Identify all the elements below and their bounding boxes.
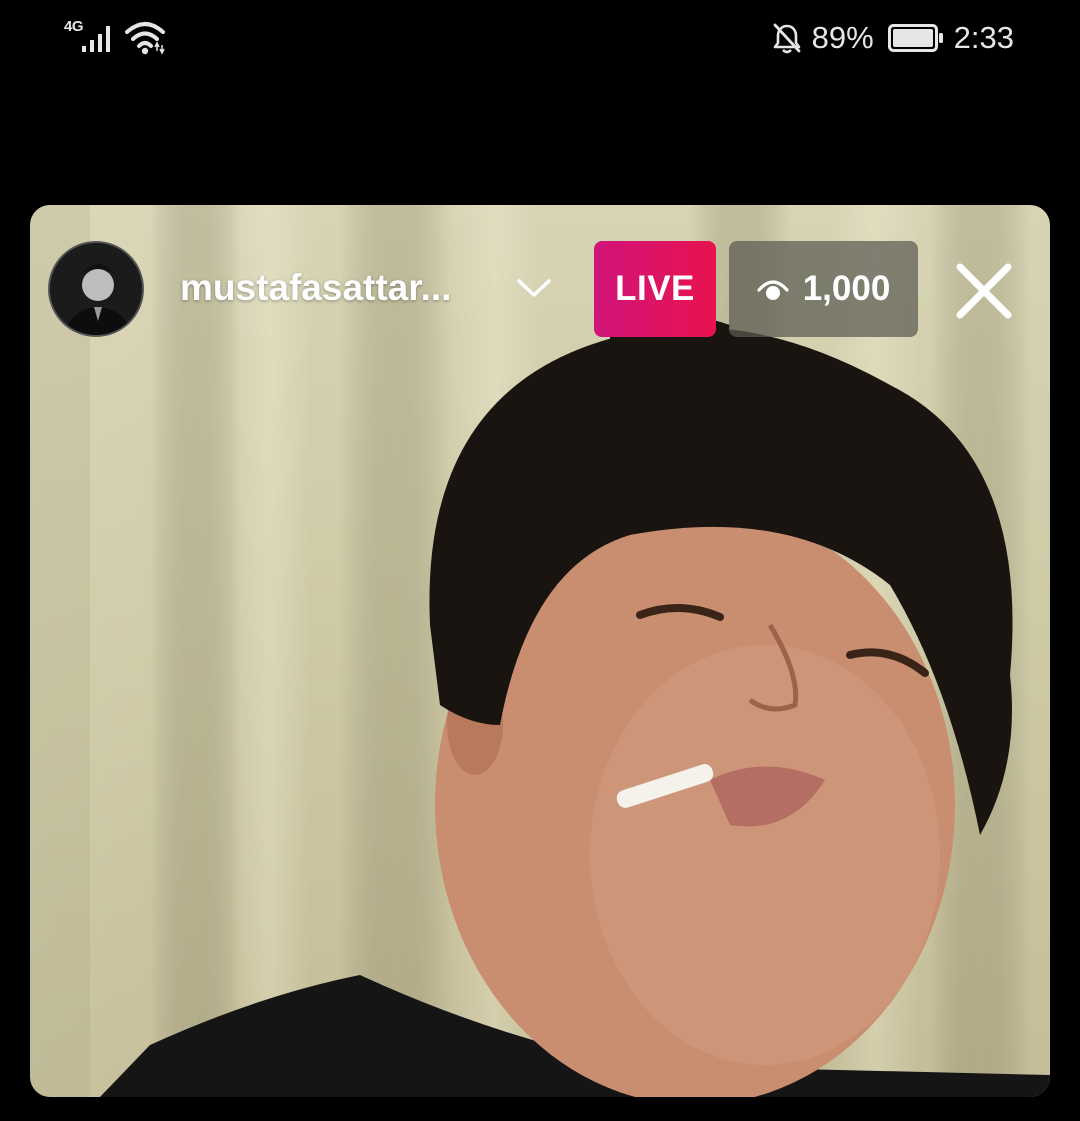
- live-label: LIVE: [615, 269, 695, 308]
- signal-icon: [82, 26, 110, 52]
- live-video-view[interactable]: mustafasattar... LIVE 1,000: [30, 205, 1050, 1097]
- close-icon[interactable]: [950, 257, 1018, 325]
- viewer-count: 1,000: [802, 269, 891, 308]
- status-bar: 4G 89% 2:33: [0, 0, 1080, 80]
- eye-icon: [757, 280, 789, 300]
- battery-icon: [887, 24, 943, 52]
- chevron-down-icon[interactable]: [515, 275, 553, 301]
- username[interactable]: mustafasattar...: [180, 267, 451, 309]
- avatar-image: [50, 243, 142, 335]
- live-badge: LIVE: [594, 241, 716, 337]
- battery-percent: 89%: [811, 20, 874, 55]
- status-bar-right: 89% 2:33: [772, 18, 1014, 58]
- notifications-off-icon: [773, 23, 801, 54]
- viewer-count-badge[interactable]: 1,000: [729, 241, 918, 337]
- wifi-icon: [125, 22, 165, 55]
- network-type: 4G: [64, 18, 84, 35]
- clock: 2:33: [953, 20, 1014, 55]
- avatar[interactable]: [48, 241, 144, 337]
- live-header: mustafasattar... LIVE 1,000: [30, 205, 1050, 345]
